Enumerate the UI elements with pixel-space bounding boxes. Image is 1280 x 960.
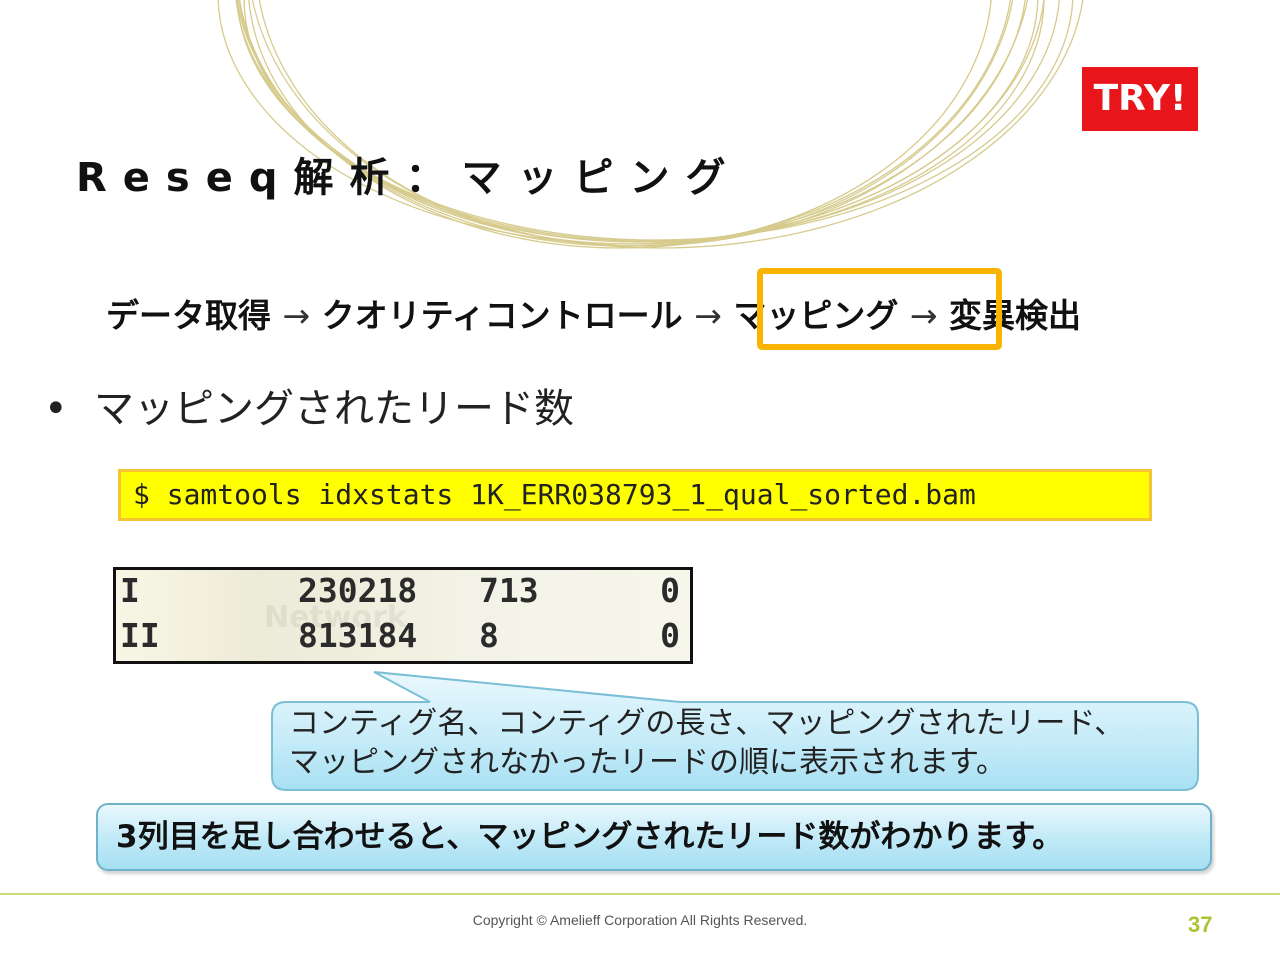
- page-number: 37: [1188, 912, 1213, 937]
- callout-line: コンティグ名、コンティグの長さ、マッピングされたリード、: [289, 706, 1125, 741]
- callout-line: マッピングされなかったリードの順に表示されます。: [289, 745, 1006, 780]
- callout-text: コンティグ名、コンティグの長さ、マッピングされたリード、 マッピングされなかった…: [289, 704, 1124, 782]
- slide: TRY! Reseq解析：マッピング データ取得 → クオリティコントロール →…: [0, 0, 1280, 960]
- copyright-text: Copyright © Amelieff Corporation All Rig…: [472, 912, 808, 928]
- summary-box: 3列目を足し合わせると、マッピングされたリード数がわかります。: [96, 803, 1212, 871]
- footer-divider: [0, 893, 1280, 895]
